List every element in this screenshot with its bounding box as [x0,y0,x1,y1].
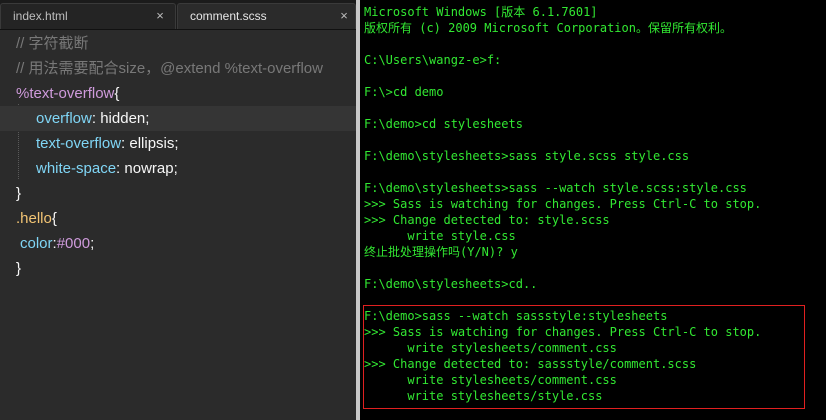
code-brace: } [16,260,22,277]
tab-index-html[interactable]: index.html × [0,3,176,29]
code-brace: } [16,185,22,202]
console-line: write style.css [364,229,516,243]
code-line[interactable]: } [0,181,356,206]
console-line: >>> Change detected to: style.scss [364,213,610,227]
code-line[interactable]: color:#000; [0,231,356,256]
console-line: F:\demo\stylesheets>cd.. [364,277,538,291]
close-icon[interactable]: × [153,4,167,28]
code-selector: .hello [16,210,52,227]
code-brace: { [51,210,57,227]
highlight-box [363,305,805,409]
tab-label: comment.scss [190,9,267,23]
code-property: text-overflow [36,135,122,152]
code-line[interactable]: %text-overflow{ [0,81,356,106]
code-brace: { [114,85,120,102]
console-line: 版权所有 (c) 2009 Microsoft Corporation。保留所有… [364,21,732,35]
console-line: Microsoft Windows [版本 6.1.7601] [364,5,598,19]
code-comment: // 用法需要配合size，@extend %text-overflow [16,60,323,77]
code-value: hidden [100,110,146,127]
code-value: ellipsis [129,135,175,152]
console-line: >>> Sass is watching for changes. Press … [364,197,762,211]
console-line: F:\demo>cd stylesheets [364,117,523,131]
code-value: nowrap [124,160,174,177]
code-property: overflow [36,110,92,127]
code-line[interactable]: .hello{ [0,206,356,231]
code-property: color [20,235,53,252]
code-line[interactable]: } [0,256,356,281]
code-line[interactable]: // 用法需要配合size，@extend %text-overflow [0,56,356,81]
console-line: F:\demo\stylesheets>sass style.scss styl… [364,149,690,163]
console-line: F:\>cd demo [364,85,444,99]
close-icon[interactable]: × [337,4,351,28]
code-line[interactable]: text-overflow: ellipsis; [0,131,356,156]
code-selector: %text-overflow [16,85,115,102]
tab-comment-scss[interactable]: comment.scss × [177,3,356,29]
tab-label: index.html [13,9,68,23]
code-line[interactable]: overflow: hidden; [0,106,356,131]
console-line: 终止批处理操作吗(Y/N)? y [364,245,518,259]
console-line: C:\Users\wangz-e>f: [364,53,502,67]
code-line[interactable]: white-space: nowrap; [0,156,356,181]
code-value: #000 [56,235,91,252]
console-line: F:\demo\stylesheets>sass --watch style.s… [364,181,747,195]
editor-tab-bar: index.html × comment.scss × [0,0,356,30]
code-editor[interactable]: index.html × comment.scss × // 字符截断 // 用法… [0,0,356,420]
code-line[interactable]: // 字符截断 [0,31,356,56]
code-property: white-space [36,160,117,177]
code-comment: // 字符截断 [16,35,89,52]
